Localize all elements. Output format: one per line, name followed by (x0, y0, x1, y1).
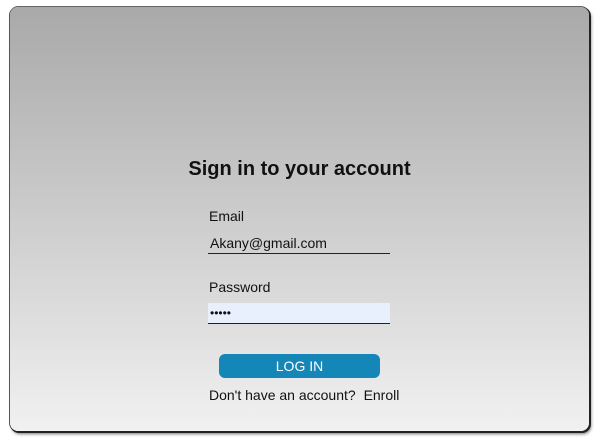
enroll-prompt: Don't have an account? Enroll (209, 387, 399, 403)
enroll-link[interactable]: Enroll (364, 387, 400, 403)
login-button[interactable]: LOG IN (219, 354, 380, 378)
email-field[interactable] (208, 233, 390, 254)
login-window: Sign in to your account Email Password L… (10, 7, 589, 431)
email-label: Email (209, 208, 245, 224)
no-account-text: Don't have an account? (209, 387, 356, 403)
page-title: Sign in to your account (188, 158, 411, 180)
password-label: Password (209, 279, 271, 295)
password-field[interactable] (208, 303, 390, 324)
